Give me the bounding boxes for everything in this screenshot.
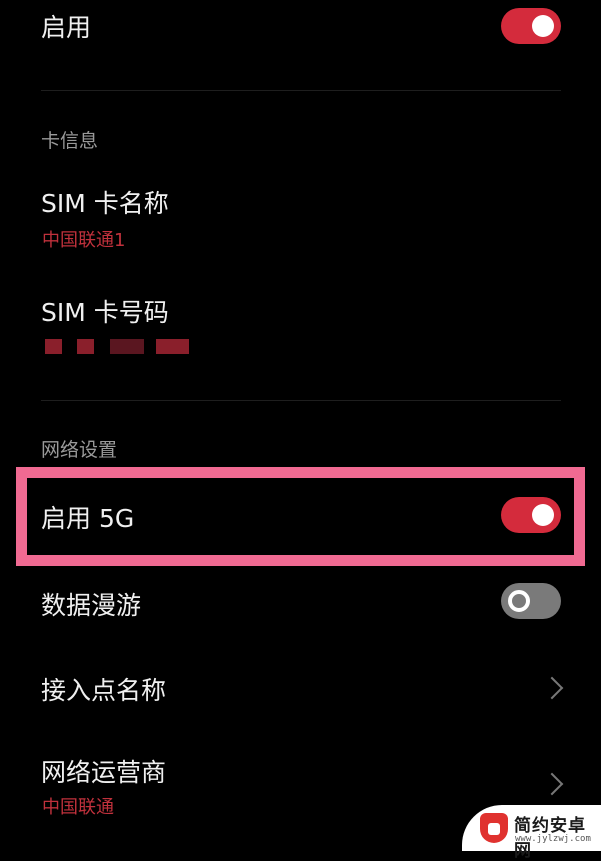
sim-name-value: 中国联通1 xyxy=(42,230,126,251)
sim-name-label: SIM 卡名称 xyxy=(41,189,169,218)
enable-5g-label: 启用 5G xyxy=(41,504,135,533)
data-roaming-toggle[interactable] xyxy=(501,583,561,619)
apn-item[interactable]: 接入点名称 xyxy=(0,655,601,725)
watermark-url: www.jylzwj.com xyxy=(515,834,591,844)
watermark: 简约安卓网 www.jylzwj.com xyxy=(462,805,601,861)
sim-name-item[interactable]: SIM 卡名称 中国联通1 xyxy=(0,175,601,255)
toggle-knob xyxy=(508,590,530,612)
toggle-knob xyxy=(532,15,554,37)
toggle-knob xyxy=(532,504,554,526)
enable-toggle[interactable] xyxy=(501,8,561,44)
enable-5g-toggle[interactable] xyxy=(501,497,561,533)
chevron-right-icon xyxy=(540,772,564,796)
divider xyxy=(41,400,561,401)
section-card-info: 卡信息 xyxy=(41,130,99,152)
section-network-settings: 网络设置 xyxy=(41,439,118,461)
android-logo-icon xyxy=(480,813,508,843)
operator-value: 中国联通 xyxy=(42,797,114,818)
sim-number-label: SIM 卡号码 xyxy=(41,298,169,327)
operator-label: 网络运营商 xyxy=(41,758,167,787)
divider xyxy=(41,90,561,91)
enable-label: 启用 xyxy=(41,13,92,42)
data-roaming-label: 数据漫游 xyxy=(41,591,142,620)
chevron-right-icon xyxy=(540,676,564,700)
apn-label: 接入点名称 xyxy=(41,676,167,705)
